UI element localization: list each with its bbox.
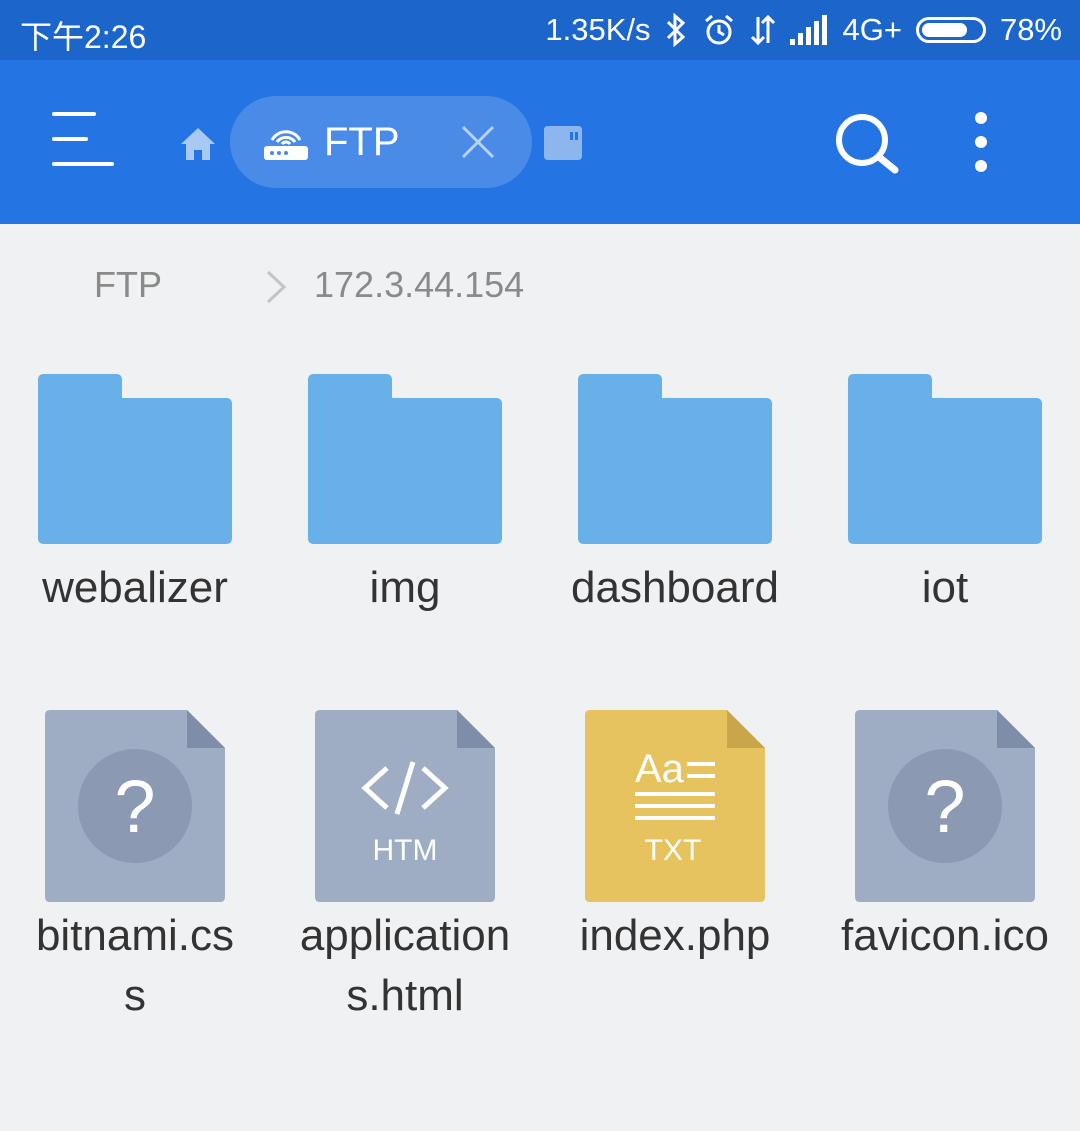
file-item[interactable]: ? favicon.ico [810,710,1080,1030]
bluetooth-icon [664,13,688,47]
file-name-line: application [299,911,511,960]
unknown-file-icon: ? [855,710,1035,907]
svg-text:?: ? [114,765,155,848]
more-vertical-icon[interactable] [962,110,1000,174]
svg-text:?: ? [924,765,965,848]
file-glyph: Aa [635,747,685,791]
sd-card-icon[interactable] [544,126,582,160]
text-file-icon: Aa TXT [585,710,765,907]
breadcrumb-root[interactable]: FTP [94,264,162,306]
signal-icon [790,15,828,45]
hamburger-menu-icon[interactable] [52,112,114,170]
status-time: 下午2:26 [20,19,147,55]
breadcrumb: FTP 172.3.44.154 [0,224,1080,344]
file-name: dashboard [571,563,779,612]
file-name: img [369,563,441,612]
battery-percent: 78% [999,12,1062,47]
close-icon[interactable] [458,122,498,162]
network-type: 4G+ [842,12,902,47]
chevron-right-icon [262,268,290,306]
battery-icon [915,17,986,43]
status-indicators: 1.35K/s 4G+ 78% [545,0,1062,60]
file-name: iot [921,563,969,612]
file-item[interactable]: HTM application s.html [270,710,540,1030]
file-grid: webalizer img dashboard iot ? bitnami.cs… [0,344,1080,1131]
folder-item[interactable]: dashboard [540,374,810,624]
file-name-line: s.html [346,971,464,1020]
html-file-icon: HTM [315,710,495,907]
folder-icon [308,374,502,549]
file-badge: TXT [645,834,702,867]
unknown-file-icon: ? [45,710,225,907]
file-name-line: s [124,971,146,1020]
file-badge: HTM [373,834,438,867]
file-item[interactable]: ? bitnami.cs s [0,710,270,1030]
file-name-line: bitnami.cs [35,911,235,960]
app-toolbar: FTP [0,60,1080,224]
status-bar: 下午2:26 1.35K/s 4G+ 78% [0,0,1080,60]
folder-item[interactable]: webalizer [0,374,270,624]
file-name: index.php [579,911,771,960]
folder-item[interactable]: iot [810,374,1080,624]
battery-level [921,23,967,37]
home-icon[interactable] [178,124,218,164]
folder-icon [848,374,1042,549]
file-item[interactable]: Aa TXT index.php [540,710,810,1030]
tab-label: FTP [324,120,400,164]
folder-item[interactable]: img [270,374,540,624]
tab-ftp[interactable]: FTP [230,96,532,188]
data-arrows-icon [750,13,776,47]
network-speed: 1.35K/s [545,12,651,47]
folder-icon [578,374,772,549]
file-name: favicon.ico [841,911,1049,960]
search-icon[interactable] [834,112,900,174]
file-name: webalizer [42,563,228,612]
alarm-icon [702,13,736,47]
folder-icon [38,374,232,549]
breadcrumb-current[interactable]: 172.3.44.154 [314,264,524,306]
ftp-router-icon [262,122,310,162]
